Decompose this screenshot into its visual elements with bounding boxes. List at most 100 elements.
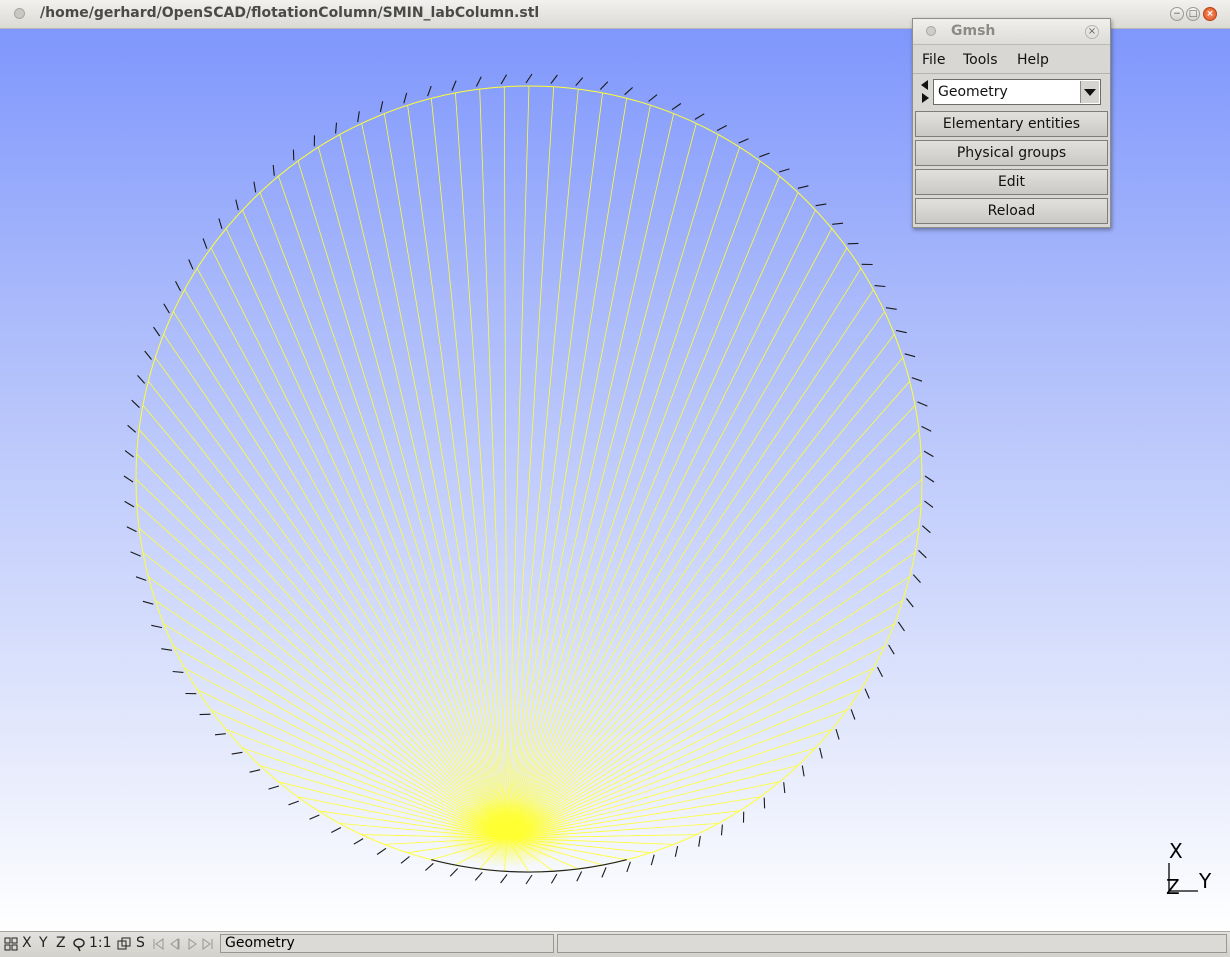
- normal-tick: [475, 872, 482, 880]
- module-arrows: [919, 79, 931, 105]
- fan-line: [507, 87, 554, 838]
- normal-tick: [250, 770, 261, 773]
- window-menu-icon[interactable]: [14, 8, 25, 19]
- menu-help[interactable]: Help: [1017, 52, 1049, 68]
- edit-button[interactable]: Edit: [915, 169, 1108, 195]
- normal-tick: [501, 874, 508, 883]
- play-icon[interactable]: [189, 939, 196, 949]
- normal-tick: [717, 126, 727, 131]
- normal-tick: [625, 88, 633, 95]
- normal-tick: [925, 476, 934, 482]
- normal-tick: [138, 375, 145, 383]
- normal-tick: [425, 863, 433, 870]
- s-button[interactable]: S: [136, 935, 145, 951]
- view-y-button[interactable]: Y: [39, 935, 48, 951]
- normal-tick: [476, 77, 481, 87]
- prev-module-icon[interactable]: [921, 80, 928, 90]
- gmsh-close-button[interactable]: ×: [1085, 25, 1099, 39]
- normal-tick: [695, 114, 704, 120]
- normal-tick: [125, 451, 134, 458]
- normal-tick: [401, 857, 410, 864]
- module-select[interactable]: Geometry: [933, 79, 1101, 105]
- fan-line: [507, 105, 650, 838]
- fan-line: [507, 528, 919, 838]
- fan-line: [507, 405, 915, 838]
- axis-x-label: X: [1169, 839, 1183, 863]
- fan-line: [197, 268, 507, 838]
- fan-line: [507, 553, 915, 838]
- normal-tick: [131, 552, 141, 556]
- normal-tick: [380, 101, 382, 112]
- fan-line: [143, 405, 507, 838]
- close-button[interactable]: ×: [1203, 7, 1217, 21]
- normal-tick: [151, 625, 162, 627]
- normal-tick: [232, 752, 243, 754]
- fan-line: [507, 766, 798, 839]
- fan-line: [504, 87, 507, 838]
- status-message: Geometry: [220, 934, 554, 953]
- normal-tick: [820, 748, 823, 759]
- rotate-icon[interactable]: [72, 937, 86, 952]
- normal-tick: [215, 734, 226, 735]
- normal-tick: [176, 281, 181, 291]
- fan-line: [155, 358, 507, 838]
- physical-groups-button[interactable]: Physical groups: [915, 140, 1108, 166]
- animation-controls: [152, 937, 216, 951]
- normal-tick: [802, 766, 804, 777]
- fan-line: [243, 210, 508, 838]
- grid-icon[interactable]: [4, 937, 18, 951]
- fan-line: [139, 430, 507, 838]
- scale-one-to-one-button[interactable]: 1:1: [89, 935, 112, 951]
- chevron-down-icon[interactable]: [1080, 81, 1099, 103]
- fan-line: [507, 210, 816, 838]
- fan-line: [173, 312, 507, 838]
- fan-line: [507, 668, 873, 838]
- normal-tick: [310, 815, 320, 819]
- normal-tick: [154, 327, 160, 336]
- gmsh-menubar: File Tools Help: [913, 45, 1110, 74]
- normal-tick: [450, 869, 458, 877]
- fan-line: [507, 430, 919, 838]
- normal-tick: [164, 304, 170, 313]
- minimize-button[interactable]: −: [1170, 7, 1184, 21]
- normal-tick: [576, 78, 583, 86]
- normal-tick: [912, 378, 922, 382]
- last-icon[interactable]: [203, 939, 212, 949]
- normal-tick: [886, 308, 897, 310]
- normal-tick: [203, 239, 207, 249]
- normal-tick: [889, 645, 895, 654]
- normal-tick: [919, 550, 927, 558]
- first-icon[interactable]: [154, 939, 163, 949]
- view-z-button[interactable]: Z: [56, 935, 66, 951]
- fan-line: [507, 748, 816, 838]
- normal-tick: [132, 400, 140, 408]
- menu-tools[interactable]: Tools: [963, 52, 998, 68]
- fan-line: [507, 454, 921, 838]
- normal-tick: [917, 402, 927, 406]
- normal-tick: [358, 111, 360, 122]
- normal-tick: [145, 351, 152, 360]
- next-module-icon[interactable]: [922, 93, 929, 103]
- normal-tick: [922, 526, 930, 533]
- maximize-button[interactable]: □: [1186, 7, 1200, 21]
- fan-line: [507, 290, 873, 838]
- menu-file[interactable]: File: [922, 52, 945, 68]
- normal-tick: [905, 354, 915, 357]
- normal-tick: [832, 223, 843, 224]
- reload-button[interactable]: Reload: [915, 198, 1108, 224]
- view-x-button[interactable]: X: [22, 935, 32, 951]
- gmsh-titlebar[interactable]: Gmsh ×: [913, 19, 1110, 45]
- normal-tick: [602, 867, 606, 877]
- gmsh-title: Gmsh: [951, 23, 995, 39]
- normal-tick: [161, 649, 172, 651]
- normal-tick: [219, 219, 222, 229]
- normal-tick: [236, 200, 239, 211]
- fan-line: [507, 93, 603, 838]
- normal-tick: [865, 689, 869, 699]
- normal-tick: [289, 801, 299, 805]
- cube-icon[interactable]: [117, 937, 132, 951]
- normal-tick: [627, 862, 631, 872]
- prev-icon[interactable]: [171, 939, 179, 949]
- elementary-entities-button[interactable]: Elementary entities: [915, 111, 1108, 137]
- gmsh-menu-icon[interactable]: [926, 26, 936, 36]
